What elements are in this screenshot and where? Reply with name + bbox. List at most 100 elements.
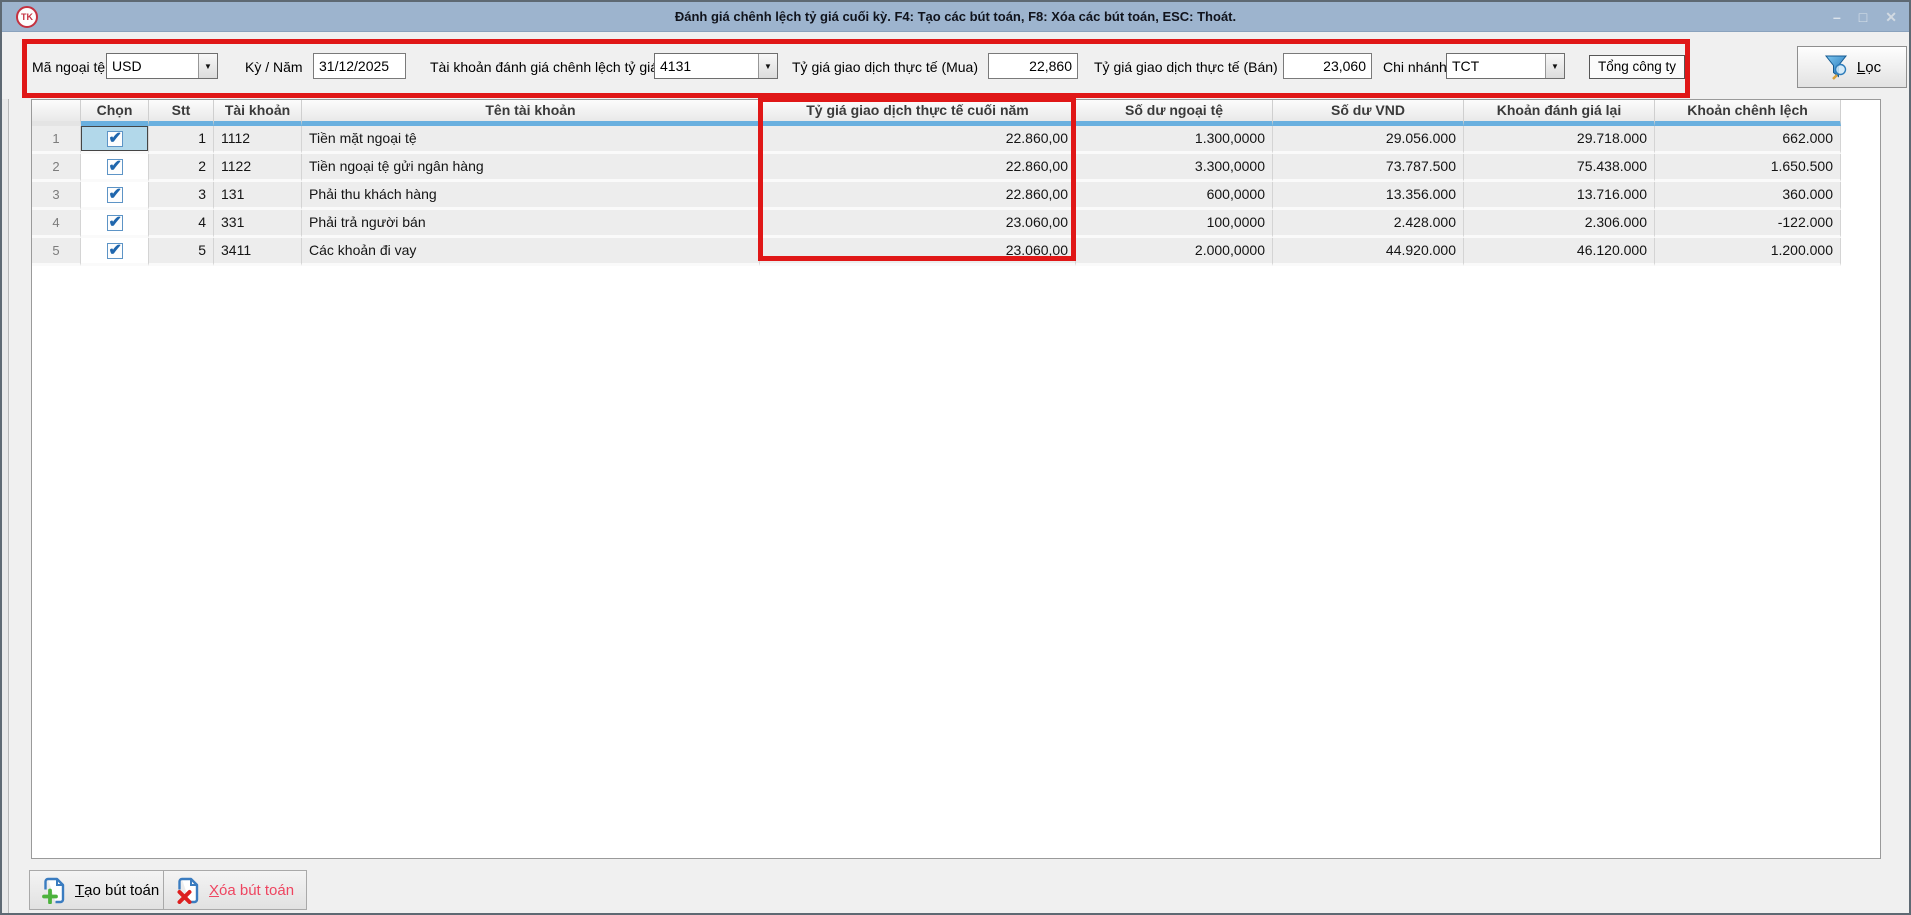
grid-cell-fc_balance[interactable]: 100,0000 [1076, 210, 1273, 238]
row-checkbox-cell[interactable]: ✔ [81, 210, 149, 238]
grid-cell-stt[interactable]: 5 [149, 238, 214, 266]
grid-header-name: Tên tài khoản [302, 100, 760, 126]
grid-cell-name[interactable]: Tiền mặt ngoại tệ [302, 126, 760, 154]
currency-combobox[interactable]: USD ▼ [106, 53, 218, 79]
grid-cell-row_number[interactable]: 3 [32, 182, 81, 210]
grid-cell-row_number[interactable]: 1 [32, 126, 81, 154]
close-icon[interactable]: ✕ [1885, 2, 1897, 32]
buy-rate-input[interactable] [988, 53, 1078, 79]
row-checkbox-cell[interactable]: ✔ [81, 126, 149, 154]
grid-cell-revalued[interactable]: 29.718.000 [1464, 126, 1655, 154]
grid-cell-difference[interactable]: 662.000 [1655, 126, 1841, 154]
whole-company-button[interactable]: Tổng công ty [1589, 55, 1685, 79]
period-input[interactable] [313, 53, 406, 79]
grid-cell-fc_balance[interactable]: 2.000,0000 [1076, 238, 1273, 266]
grid-cell-difference[interactable]: 1.650.500 [1655, 154, 1841, 182]
grid-cell-rate[interactable]: 23.060,00 [760, 210, 1076, 238]
checkmark-icon: ✔ [109, 238, 122, 263]
delete-entries-button[interactable]: Xóa bút toán [163, 870, 307, 910]
delete-entries-label: Xóa bút toán [209, 882, 294, 899]
grid-cell-rate[interactable]: 23.060,00 [760, 238, 1076, 266]
grid-cell-rate[interactable]: 22.860,00 [760, 126, 1076, 154]
grid-cell-fc_balance[interactable]: 3.300,0000 [1076, 154, 1273, 182]
filter-button-label: Lọc [1857, 59, 1881, 76]
filter-button[interactable]: Lọc [1797, 46, 1907, 88]
grid-cell-revalued[interactable]: 2.306.000 [1464, 210, 1655, 238]
chevron-down-icon[interactable]: ▼ [758, 54, 777, 78]
grid-cell-difference[interactable]: 1.200.000 [1655, 238, 1841, 266]
grid-header-rate: Tỷ giá giao dịch thực tế cuối năm [760, 100, 1076, 126]
checkmark-icon: ✔ [109, 210, 122, 235]
document-delete-icon [176, 877, 201, 904]
grid-header-stt: Stt [149, 100, 214, 126]
grid-cell-account[interactable]: 1112 [214, 126, 302, 154]
grid-cell-vnd_balance[interactable]: 73.787.500 [1273, 154, 1464, 182]
account-combobox[interactable]: 4131 ▼ [654, 53, 778, 79]
checkbox-checked-icon[interactable]: ✔ [107, 187, 123, 203]
grid-cell-revalued[interactable]: 75.438.000 [1464, 154, 1655, 182]
grid-cell-revalued[interactable]: 46.120.000 [1464, 238, 1655, 266]
grid-cell-rate[interactable]: 22.860,00 [760, 154, 1076, 182]
grid-cell-stt[interactable]: 4 [149, 210, 214, 238]
grid-cell-account[interactable]: 3411 [214, 238, 302, 266]
grid-header-filler [1841, 100, 1880, 126]
grid-cell-vnd_balance[interactable]: 13.356.000 [1273, 182, 1464, 210]
checkmark-icon: ✔ [109, 154, 122, 179]
grid-header-difference: Khoản chênh lệch [1655, 100, 1841, 126]
currency-label: Mã ngoại tệ [32, 56, 105, 78]
checkbox-checked-icon[interactable]: ✔ [107, 131, 123, 147]
minimize-icon[interactable]: – [1833, 2, 1841, 32]
grid-cell-difference[interactable]: 360.000 [1655, 182, 1841, 210]
sell-rate-label: Tỷ giá giao dịch thực tế (Bán) [1094, 56, 1278, 78]
create-entries-label: Tạo bút toán [75, 882, 159, 899]
grid-cell-filler [1841, 154, 1880, 182]
grid-cell-fc_balance[interactable]: 1.300,0000 [1076, 126, 1273, 154]
grid-cell-fc_balance[interactable]: 600,0000 [1076, 182, 1273, 210]
maximize-icon[interactable]: □ [1859, 2, 1867, 32]
grid-cell-vnd_balance[interactable]: 2.428.000 [1273, 210, 1464, 238]
grid-cell-account[interactable]: 131 [214, 182, 302, 210]
grid-cell-account[interactable]: 1122 [214, 154, 302, 182]
grid-cell-stt[interactable]: 2 [149, 154, 214, 182]
branch-value: TCT [1447, 54, 1545, 78]
create-entries-button[interactable]: Tạo bút toán [29, 870, 172, 910]
checkbox-checked-icon[interactable]: ✔ [107, 243, 123, 259]
grid-cell-revalued[interactable]: 13.716.000 [1464, 182, 1655, 210]
grid-cell-row_number[interactable]: 5 [32, 238, 81, 266]
revaluation-grid: ChọnSttTài khoảnTên tài khoảnTỷ giá giao… [31, 99, 1881, 859]
branch-combobox[interactable]: TCT ▼ [1446, 53, 1565, 79]
grid-header-checked: Chọn [81, 100, 149, 126]
checkbox-checked-icon[interactable]: ✔ [107, 159, 123, 175]
grid-cell-name[interactable]: Phải thu khách hàng [302, 182, 760, 210]
checkmark-icon: ✔ [109, 126, 122, 151]
grid-header-row: ChọnSttTài khoảnTên tài khoảnTỷ giá giao… [32, 100, 1880, 126]
grid-cell-account[interactable]: 331 [214, 210, 302, 238]
window-title: Đánh giá chênh lệch tỷ giá cuối kỳ. F4: … [2, 2, 1909, 32]
grid-cell-stt[interactable]: 1 [149, 126, 214, 154]
grid-cell-name[interactable]: Các khoản đi vay [302, 238, 760, 266]
row-checkbox-cell[interactable]: ✔ [81, 238, 149, 266]
row-checkbox-cell[interactable]: ✔ [81, 154, 149, 182]
grid-cell-vnd_balance[interactable]: 29.056.000 [1273, 126, 1464, 154]
grid-cell-row_number[interactable]: 2 [32, 154, 81, 182]
branch-label: Chi nhánh [1383, 56, 1447, 78]
chevron-down-icon[interactable]: ▼ [1545, 54, 1564, 78]
grid-cell-rate[interactable]: 22.860,00 [760, 182, 1076, 210]
grid-body: 1✔11112Tiền mặt ngoại tệ22.860,001.300,0… [32, 126, 1880, 266]
checkbox-checked-icon[interactable]: ✔ [107, 215, 123, 231]
chevron-down-icon[interactable]: ▼ [198, 54, 217, 78]
grid-header-row_number [32, 100, 81, 126]
period-label: Kỳ / Năm [245, 56, 303, 78]
grid-cell-filler [1841, 210, 1880, 238]
sell-rate-input[interactable] [1283, 53, 1372, 79]
grid-cell-name[interactable]: Tiền ngoại tệ gửi ngân hàng [302, 154, 760, 182]
grid-cell-filler [1841, 238, 1880, 266]
grid-cell-name[interactable]: Phải trả người bán [302, 210, 760, 238]
grid-cell-vnd_balance[interactable]: 44.920.000 [1273, 238, 1464, 266]
grid-cell-stt[interactable]: 3 [149, 182, 214, 210]
grid-cell-difference[interactable]: -122.000 [1655, 210, 1841, 238]
row-checkbox-cell[interactable]: ✔ [81, 182, 149, 210]
checkmark-icon: ✔ [109, 182, 122, 207]
window-controls: – □ ✕ [1833, 2, 1897, 32]
grid-cell-row_number[interactable]: 4 [32, 210, 81, 238]
